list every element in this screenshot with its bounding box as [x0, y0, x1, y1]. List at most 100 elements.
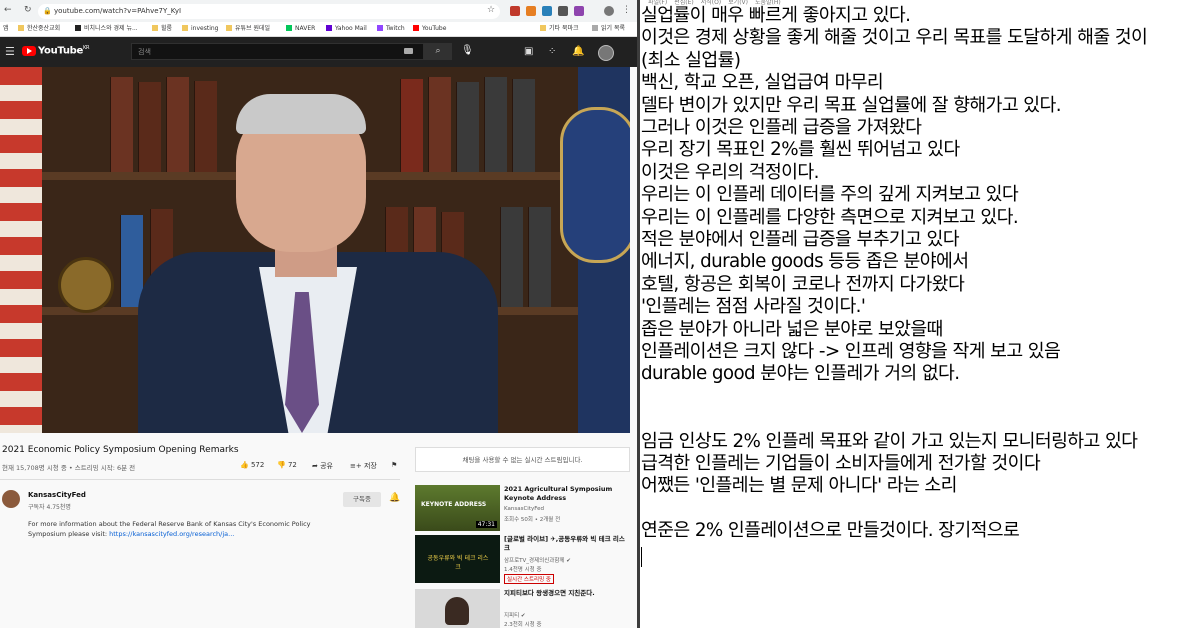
notepad-line: 이것은 우리의 걱정이다.: [641, 161, 819, 183]
notifications-bell-icon[interactable]: 🔔: [572, 46, 584, 57]
bookmark[interactable]: 힐룸: [152, 22, 172, 36]
thumbs-down-icon: 👎: [277, 461, 286, 469]
video-player[interactable]: [0, 67, 630, 433]
mic-icon[interactable]: 🎙: [461, 45, 474, 56]
thumbnail-text: KEYNOTE ADDRESS: [421, 501, 487, 508]
youtube-logo-icon[interactable]: [22, 46, 36, 56]
recommended-title[interactable]: 지피티보다 왕생경으면 지친준다.: [504, 589, 629, 598]
recommended-meta: 1.4천명 시청 중: [504, 567, 542, 573]
bookmark[interactable]: Twitch: [377, 22, 405, 36]
recommended-channel: 삼프로TV_경제의신과함께 ✔: [504, 558, 571, 564]
search-button[interactable]: ⌕: [424, 43, 452, 60]
star-icon[interactable]: ☆: [487, 5, 495, 15]
notepad-line: 백신, 학교 오픈, 실업급여 마무리: [641, 72, 884, 94]
report-flag-icon[interactable]: ⚑: [391, 461, 397, 469]
video-thumbnail[interactable]: [415, 589, 500, 628]
bookmark[interactable]: YouTube: [413, 22, 446, 36]
bookmarks-bar: 앱 한산중산교회 비치니스와 경제 뉴... 힐룸 investing 유튜브 …: [0, 22, 637, 37]
divider: [0, 479, 400, 480]
recommended-video[interactable]: 지피티보다 왕생경으면 지친준다. 지피티 ✔ 2.3천회 시청 중: [415, 589, 630, 628]
text-caret: [641, 547, 642, 567]
bookmark[interactable]: 기타 북마크: [540, 22, 579, 36]
dislike-button[interactable]: 👎 72: [277, 461, 297, 469]
thumbnail-text: 공동우류와 빅 테크 리스크: [427, 555, 489, 571]
live-badge: 실시간 스트리밍 중: [504, 574, 554, 584]
notepad-line: 이것은 경제 상황을 좋게 해줄 것이고 우리 목표를 도달하게 해줄 것이: [641, 27, 1148, 49]
bookmark[interactable]: Yahoo Mail: [326, 22, 367, 36]
extension-icon[interactable]: [526, 6, 536, 16]
extension-icon[interactable]: [558, 6, 568, 16]
video-background: [400, 79, 423, 172]
video-thumbnail[interactable]: KEYNOTE ADDRESS 47:31: [415, 485, 500, 531]
chat-disabled-notice: 채팅을 사용할 수 없는 실시간 스트림입니다.: [415, 447, 630, 472]
channel-avatar[interactable]: [2, 490, 20, 508]
account-avatar[interactable]: [598, 45, 614, 61]
description-link[interactable]: https://kansascityfed.org/research/ja...: [109, 530, 234, 538]
share-icon: ➦: [312, 462, 318, 470]
bookmark[interactable]: 앱: [3, 22, 9, 36]
channel-name[interactable]: KansasCityFed: [28, 491, 86, 499]
search-input[interactable]: 검색: [131, 43, 424, 60]
notepad-line: 우리 장기 목표인 2%를 훨씬 뛰어넘고 있다: [641, 139, 960, 161]
video-background: [484, 77, 507, 172]
create-video-icon[interactable]: ▣: [524, 46, 533, 57]
hamburger-menu-icon[interactable]: ☰: [5, 45, 15, 58]
video-background: [0, 67, 42, 433]
menu-dots-icon[interactable]: ⋮: [622, 5, 631, 15]
lock-icon: 🔒: [43, 7, 52, 15]
recommended-title[interactable]: [글로벌 라이브] ✈,공동우류와 빅 테크 리스크: [504, 535, 629, 553]
bookmark[interactable]: 유튜브 원데일: [226, 22, 270, 36]
recommended-channel: KansasCityFed: [504, 506, 544, 512]
address-bar-row: ← ↻ 🔒 youtube.com/watch?v=PAhve7Y_KyI ☆ …: [0, 0, 637, 22]
extension-icon[interactable]: [510, 6, 520, 16]
thumbs-up-icon: 👍: [240, 461, 249, 469]
notepad-line: 좁은 분야가 아니라 넓은 분야로 보았을때: [641, 318, 943, 340]
apps-grid-icon[interactable]: ⁘: [548, 46, 556, 57]
bookmark[interactable]: 읽기 목록: [592, 22, 625, 36]
profile-icon[interactable]: [604, 6, 614, 16]
url-field[interactable]: 🔒 youtube.com/watch?v=PAhve7Y_KyI: [38, 4, 500, 19]
video-background: [166, 77, 189, 172]
notepad-line: 실업률이 매우 빠르게 좋아지고 있다.: [641, 5, 911, 26]
recommended-title[interactable]: 2021 Agricultural Symposium Keynote Addr…: [504, 485, 629, 503]
recommended-video[interactable]: 공동우류와 빅 테크 리스크 [글로벌 라이브] ✈,공동우류와 빅 테크 리스…: [415, 535, 630, 585]
notepad-line: 임금 인상도 2% 인플레 목표와 같이 가고 있는지 모니터링하고 있다: [641, 430, 1138, 452]
extension-icon[interactable]: [542, 6, 552, 16]
notepad-line: (최소 실업률): [641, 49, 741, 71]
video-background: [560, 107, 630, 263]
youtube-header: ☰ YouTubeKR 검색 ⌕ 🎙 ▣ ⁘ 🔔: [0, 37, 637, 67]
bookmark[interactable]: 한산중산교회: [18, 22, 60, 36]
like-button[interactable]: 👍 572: [240, 461, 264, 469]
bookmark[interactable]: investing: [182, 22, 218, 36]
notepad-line: 인플레이션은 크지 않다 -> 인프레 영향을 작게 보고 있음: [641, 341, 1061, 362]
video-background: [500, 207, 523, 307]
url-text: youtube.com/watch?v=PAhve7Y_KyI: [54, 7, 182, 15]
notepad-window[interactable]: 파일(F) 편집(E) 서식(O) 보기(V) 도움말(H) 실업률이 매우 빠르게 좋…: [640, 0, 1204, 628]
notepad-line: 에너지, durable goods 등등 좁은 분야에서: [641, 251, 969, 273]
notepad-line: durable good 분야는 인플레가 거의 없다.: [641, 363, 960, 385]
video-background: [194, 81, 217, 172]
bookmark[interactable]: NAVER: [286, 22, 315, 36]
video-background: [528, 207, 551, 307]
thumbnail-person: [445, 597, 469, 625]
recommended-meta: 2.3천회 시청 중: [504, 622, 542, 628]
subscribe-button[interactable]: 구독중: [343, 492, 381, 507]
save-button[interactable]: ≡+ 저장: [350, 461, 377, 471]
video-title: 2021 Economic Policy Symposium Opening R…: [2, 445, 239, 455]
video-thumbnail[interactable]: 공동우류와 빅 테크 리스크: [415, 535, 500, 583]
browser-window: ← ↻ 🔒 youtube.com/watch?v=PAhve7Y_KyI ☆ …: [0, 0, 637, 628]
video-background: [120, 215, 143, 307]
extension-icon[interactable]: [574, 6, 584, 16]
youtube-logo-text[interactable]: YouTubeKR: [38, 45, 89, 56]
video-meta: 현재 15,708명 시청 중 • 스트리밍 시작: 6분 전: [2, 464, 136, 472]
bookmark[interactable]: 비치니스와 경제 뉴...: [75, 22, 138, 36]
video-background: [428, 77, 451, 172]
notepad-line: 호텔, 항공은 회복이 코로나 전까지 다가왔다: [641, 273, 965, 295]
recommended-video[interactable]: KEYNOTE ADDRESS 47:31 2021 Agricultural …: [415, 485, 630, 531]
video-background: [110, 77, 133, 172]
share-button[interactable]: ➦ 공유: [312, 461, 333, 471]
keyboard-icon[interactable]: [404, 48, 413, 54]
reload-icon[interactable]: ↻: [24, 5, 32, 15]
notification-bell-icon[interactable]: 🔔: [389, 493, 400, 503]
back-icon[interactable]: ←: [4, 5, 12, 15]
